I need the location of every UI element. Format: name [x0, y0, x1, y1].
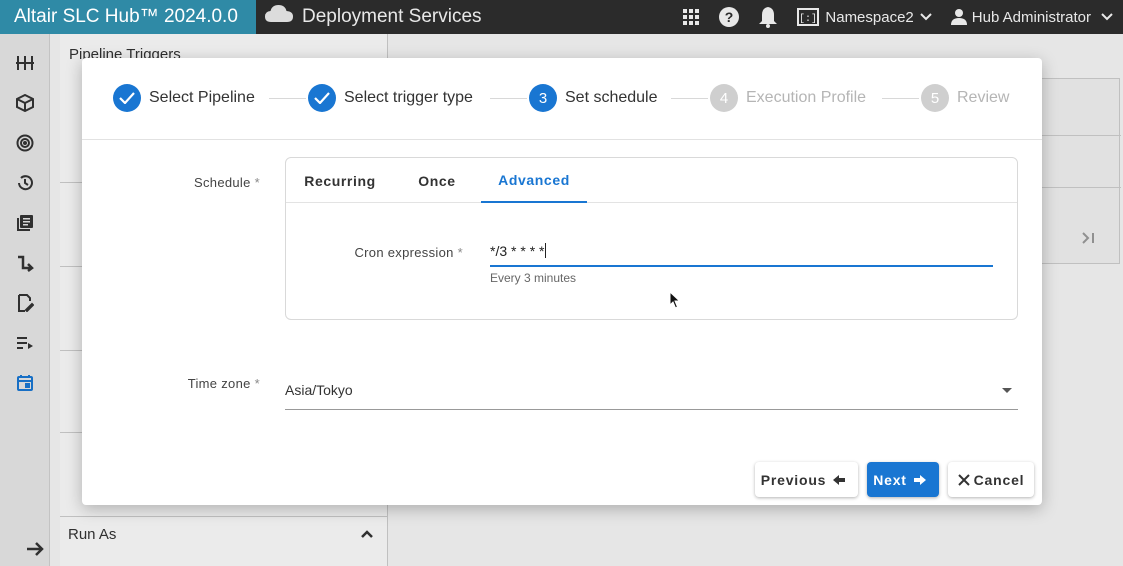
timezone-label: Time zone *	[142, 376, 260, 391]
mouse-pointer-icon	[669, 290, 681, 314]
schedule-label: Schedule *	[142, 175, 260, 190]
create-trigger-dialog: Select Pipeline Select trigger type 3 Se…	[82, 58, 1042, 505]
next-label: Next	[873, 471, 907, 488]
bell-icon[interactable]	[758, 6, 778, 28]
top-bar: Altair SLC Hub™ 2024.0.0 Deployment Serv…	[0, 0, 1123, 34]
schedule-tabs: Recurring Once Advanced	[286, 158, 1017, 203]
timezone-select[interactable]: Asia/Tokyo	[285, 382, 1018, 410]
step-execution-profile[interactable]: 4 Execution Profile	[710, 84, 866, 112]
step-number: 4	[710, 84, 738, 112]
step-label: Select Pipeline	[149, 89, 255, 106]
user-icon	[950, 9, 967, 25]
close-icon	[957, 473, 970, 486]
app-title[interactable]: Altair SLC Hub™ 2024.0.0	[0, 0, 256, 34]
user-name: Hub Administrator	[971, 8, 1091, 26]
tab-recurring[interactable]: Recurring	[288, 158, 392, 203]
required-mark: *	[254, 175, 260, 190]
step-label: Review	[957, 89, 1010, 106]
step-label: Execution Profile	[746, 89, 867, 106]
stepper: Select Pipeline Select trigger type 3 Se…	[82, 58, 1042, 140]
chevron-down-icon	[920, 13, 932, 21]
previous-button[interactable]: Previous	[755, 462, 858, 497]
user-menu[interactable]: Hub Administrator	[950, 8, 1113, 26]
step-set-schedule[interactable]: 3 Set schedule	[529, 84, 658, 112]
step-review[interactable]: 5 Review	[921, 84, 1009, 112]
step-connector	[882, 98, 919, 99]
cron-value: */3 * * * *	[490, 243, 545, 259]
service-title: Deployment Services	[302, 6, 482, 27]
schedule-label-text: Schedule	[194, 175, 251, 190]
namespace-label: Namespace2	[825, 8, 914, 26]
svg-text:[:]: [:]	[799, 13, 817, 25]
tab-advanced[interactable]: Advanced	[481, 158, 587, 203]
timezone-value: Asia/Tokyo	[285, 382, 353, 398]
schedule-panel: Recurring Once Advanced Cron expression *…	[285, 157, 1018, 320]
text-caret	[545, 243, 547, 258]
chevron-down-icon	[1101, 13, 1113, 21]
check-icon	[113, 84, 141, 112]
previous-label: Previous	[760, 471, 827, 488]
help-icon[interactable]: ?	[718, 6, 740, 28]
step-label: Set schedule	[565, 89, 658, 106]
step-number: 5	[921, 84, 949, 112]
arrow-right-icon	[913, 474, 927, 486]
next-button[interactable]: Next	[867, 462, 939, 497]
step-select-pipeline[interactable]: Select Pipeline	[113, 84, 255, 112]
svg-text:?: ?	[725, 9, 734, 25]
cancel-label: Cancel	[973, 471, 1025, 488]
cancel-button[interactable]: Cancel	[948, 462, 1034, 497]
dropdown-arrow-icon	[1002, 388, 1012, 393]
namespace-selector[interactable]: [:] Namespace2	[797, 8, 932, 26]
tab-once[interactable]: Once	[396, 158, 478, 203]
required-mark: *	[254, 376, 260, 391]
timezone-label-text: Time zone	[187, 376, 251, 391]
service-title-group[interactable]: Deployment Services	[264, 4, 482, 30]
cron-hint: Every 3 minutes	[490, 271, 577, 285]
arrow-left-icon	[832, 474, 846, 486]
cron-expression-label: Cron expression *	[306, 245, 463, 260]
required-mark: *	[457, 245, 463, 260]
cron-expression-input[interactable]: */3 * * * *	[490, 240, 993, 267]
step-select-trigger-type[interactable]: Select trigger type	[308, 84, 473, 112]
step-connector	[671, 98, 708, 99]
step-connector	[269, 98, 306, 99]
apps-grid-icon[interactable]	[682, 8, 700, 26]
step-label: Select trigger type	[344, 89, 473, 106]
cron-label-text: Cron expression	[354, 245, 454, 260]
step-number: 3	[529, 84, 557, 112]
cloud-icon	[264, 4, 294, 30]
namespace-icon: [:]	[797, 8, 820, 26]
check-icon	[308, 84, 336, 112]
step-connector	[490, 98, 527, 99]
